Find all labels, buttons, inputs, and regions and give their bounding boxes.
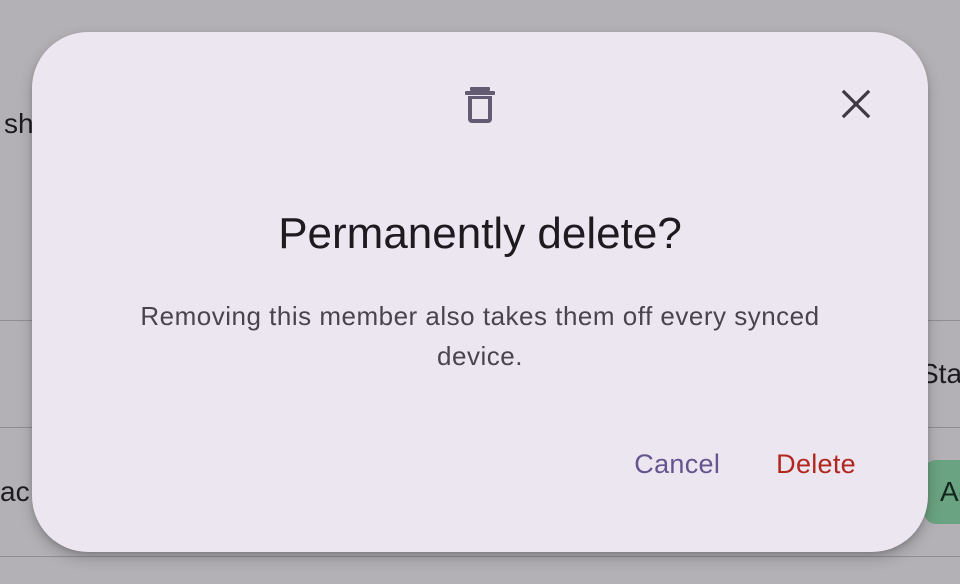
close-icon: [841, 89, 871, 119]
dialog-title: Permanently delete?: [278, 209, 682, 258]
dialog-actions: Cancel Delete: [618, 440, 872, 488]
close-button[interactable]: [828, 76, 884, 132]
dialog-body-text: Removing this member also takes them off…: [140, 301, 820, 371]
delete-confirmation-dialog: Permanently delete? Removing this member…: [32, 32, 928, 552]
screen: sh Sta ac Ac Permanently delete? Removin…: [0, 0, 960, 584]
delete-icon: [465, 87, 495, 123]
delete-button[interactable]: Delete: [760, 440, 872, 488]
cancel-button[interactable]: Cancel: [618, 440, 736, 488]
